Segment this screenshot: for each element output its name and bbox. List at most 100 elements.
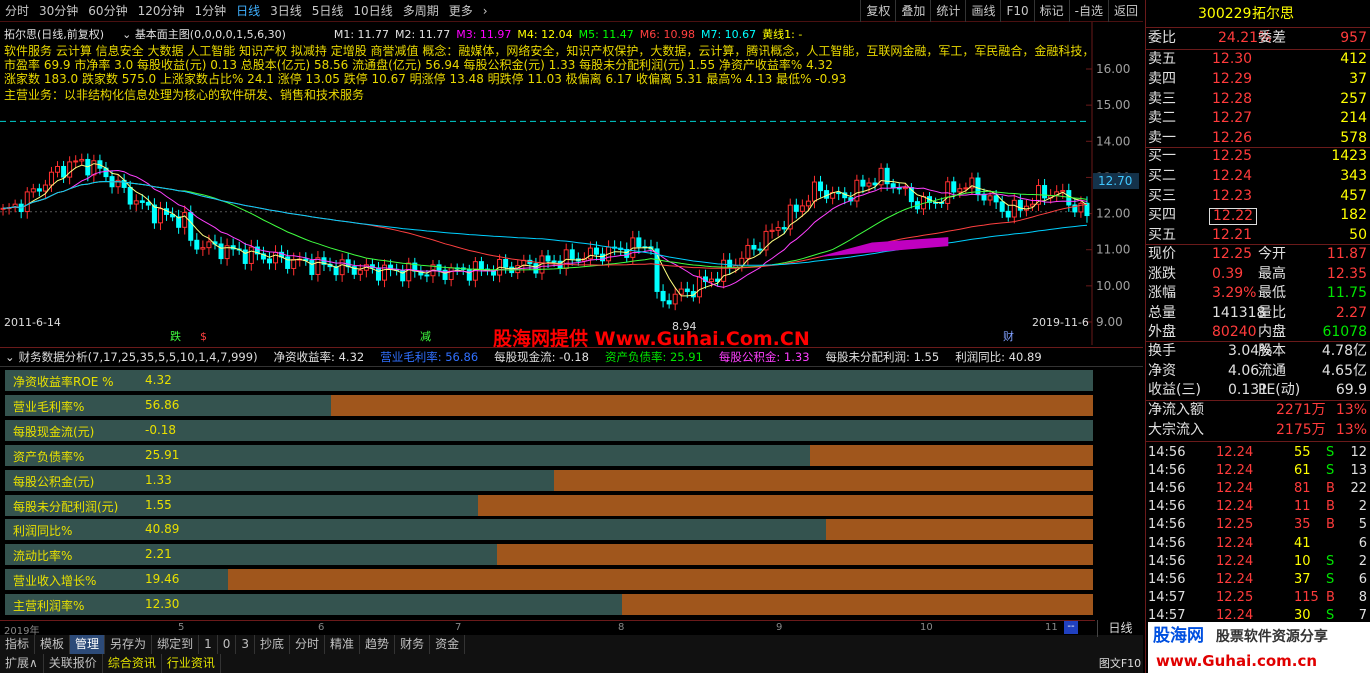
- quote-cell: 14:56: [1148, 481, 1186, 497]
- bottom-tab[interactable]: 财务: [395, 635, 431, 654]
- bottom-tab[interactable]: 趋势: [360, 635, 396, 654]
- buy-level: 买三 12.23 457: [1146, 187, 1370, 207]
- candle-body: [709, 278, 715, 283]
- event-marker[interactable]: 减: [420, 330, 431, 343]
- bottom-tab[interactable]: 3: [236, 635, 255, 654]
- period-tab[interactable]: 60分钟: [88, 2, 127, 19]
- period-tab[interactable]: 1分钟: [194, 2, 226, 19]
- finance-bar-fill: [5, 544, 497, 566]
- candle-body: [133, 200, 139, 205]
- indicator-name[interactable]: ⌄ 基本面主图(0,0,0,0,1,5,6,30): [122, 26, 286, 42]
- quote-cell: 14:56: [1148, 463, 1186, 479]
- buy-level: 买五 12.21 50: [1146, 226, 1370, 246]
- tool-button[interactable]: 返回: [1107, 0, 1143, 22]
- quote-cell: 6: [1358, 571, 1367, 587]
- event-marker[interactable]: 跌: [170, 329, 181, 343]
- bottom-tab[interactable]: 精准: [325, 635, 361, 654]
- period-tab[interactable]: 多周期: [403, 2, 439, 19]
- quote-cell: 41: [1294, 535, 1311, 551]
- period-tab[interactable]: 日线: [236, 2, 260, 19]
- sell-level: 卖三 12.28 257: [1146, 90, 1370, 110]
- candle-body: [91, 160, 97, 176]
- chevron-down-icon[interactable]: ⌄: [5, 350, 15, 364]
- candle-body: [285, 256, 291, 269]
- candle-body: [127, 186, 133, 205]
- quote-cell: 5: [1358, 517, 1367, 533]
- bottom-tab[interactable]: 抄底: [255, 635, 291, 654]
- tool-button[interactable]: F10: [1000, 0, 1033, 22]
- finance-bar-row: 流动比率% 2.21: [4, 543, 1094, 567]
- candle-body: [775, 227, 781, 231]
- bottom-tab[interactable]: 绑定到: [152, 635, 200, 654]
- info-tab[interactable]: 扩展∧: [0, 654, 44, 673]
- stat-row: 涨幅 3.29% 最低 11.75: [1146, 284, 1370, 304]
- period-tab[interactable]: 120分钟: [138, 2, 185, 19]
- period-tab[interactable]: 3日线: [270, 2, 302, 19]
- candle-body: [818, 181, 824, 192]
- quote-cell: 净流入额: [1148, 402, 1204, 418]
- candle-body: [860, 179, 866, 187]
- f10-button[interactable]: 图文F10: [1097, 654, 1143, 673]
- finance-row-label: 流动比率%: [13, 549, 73, 564]
- candle-body: [218, 243, 224, 260]
- candle-body: [751, 244, 757, 250]
- finance-row-value: 25.91: [145, 447, 180, 462]
- candle-body: [569, 249, 575, 260]
- quote-cell: 214: [1340, 110, 1367, 127]
- bottom-tab[interactable]: 资金: [430, 635, 466, 654]
- quote-cell: 12.35: [1326, 265, 1367, 282]
- candle-body: [67, 161, 73, 178]
- quote-cell: 委差: [1258, 30, 1286, 46]
- candle-body: [206, 241, 212, 249]
- quote-cell: 13%: [1335, 402, 1367, 418]
- info-tab[interactable]: 行业资讯: [162, 654, 221, 673]
- period-tab[interactable]: 30分钟: [39, 2, 78, 19]
- period-tab[interactable]: 10日线: [353, 2, 392, 19]
- candle-body: [545, 255, 551, 262]
- quote-cell: 12.24: [1216, 535, 1254, 551]
- bottom-tab[interactable]: 管理: [70, 635, 106, 654]
- period-tab[interactable]: 更多: [449, 2, 473, 19]
- info-tab[interactable]: 关联报价: [44, 654, 103, 673]
- tool-button[interactable]: 画线: [965, 0, 1000, 22]
- event-marker[interactable]: $: [200, 330, 207, 343]
- finance-indicator-name[interactable]: 财务数据分析(7,17,25,35,5,5,10,1,4,7,999): [19, 349, 258, 365]
- candle-body: [61, 165, 67, 178]
- stat-row: 外盘 80240 内盘 61078: [1146, 323, 1370, 343]
- quote-cell: 14:56: [1148, 517, 1186, 533]
- bottom-tab[interactable]: 另存为: [105, 635, 153, 654]
- guhai-logo: 股海网 股票软件资源分享: [1148, 622, 1370, 650]
- tool-button[interactable]: 叠加: [895, 0, 930, 22]
- chevron-right-icon[interactable]: ›: [483, 4, 488, 18]
- bottom-tab[interactable]: 指标: [0, 635, 36, 654]
- scroll-handle[interactable]: --: [1064, 621, 1078, 634]
- candle-body: [951, 181, 957, 193]
- bottom-tab[interactable]: 0: [218, 635, 237, 654]
- quote-cell: 50: [1349, 227, 1367, 244]
- finance-row-value: 2.21: [145, 547, 172, 562]
- candle-body: [478, 261, 484, 270]
- quote-cell: 14:56: [1148, 553, 1186, 569]
- quote-cell: B: [1326, 517, 1335, 533]
- candle-body: [836, 192, 842, 195]
- candle-body: [182, 212, 188, 228]
- tool-button[interactable]: -自选: [1068, 0, 1108, 22]
- candle-body: [684, 288, 690, 293]
- info-tab[interactable]: 综合资讯: [103, 654, 162, 673]
- bottom-tab[interactable]: 模板: [35, 635, 71, 654]
- period-tab[interactable]: 分时: [5, 2, 29, 19]
- quote-cell: 12.25: [1216, 589, 1254, 605]
- finance-row-value: 19.46: [145, 572, 180, 587]
- bottom-tab[interactable]: 分时: [290, 635, 326, 654]
- tool-button[interactable]: 统计: [930, 0, 965, 22]
- tool-button[interactable]: 复权: [860, 0, 895, 22]
- event-marker[interactable]: 财: [1003, 329, 1014, 343]
- period-indicator[interactable]: 日线: [1097, 620, 1143, 637]
- bottom-tab[interactable]: 1: [199, 635, 218, 654]
- candle-body: [799, 205, 805, 212]
- period-tab[interactable]: 5日线: [312, 2, 344, 19]
- tool-button[interactable]: 标记: [1033, 0, 1069, 22]
- candle-body: [188, 212, 194, 241]
- finance-row-value: 56.86: [145, 397, 180, 412]
- candle-body: [36, 188, 42, 192]
